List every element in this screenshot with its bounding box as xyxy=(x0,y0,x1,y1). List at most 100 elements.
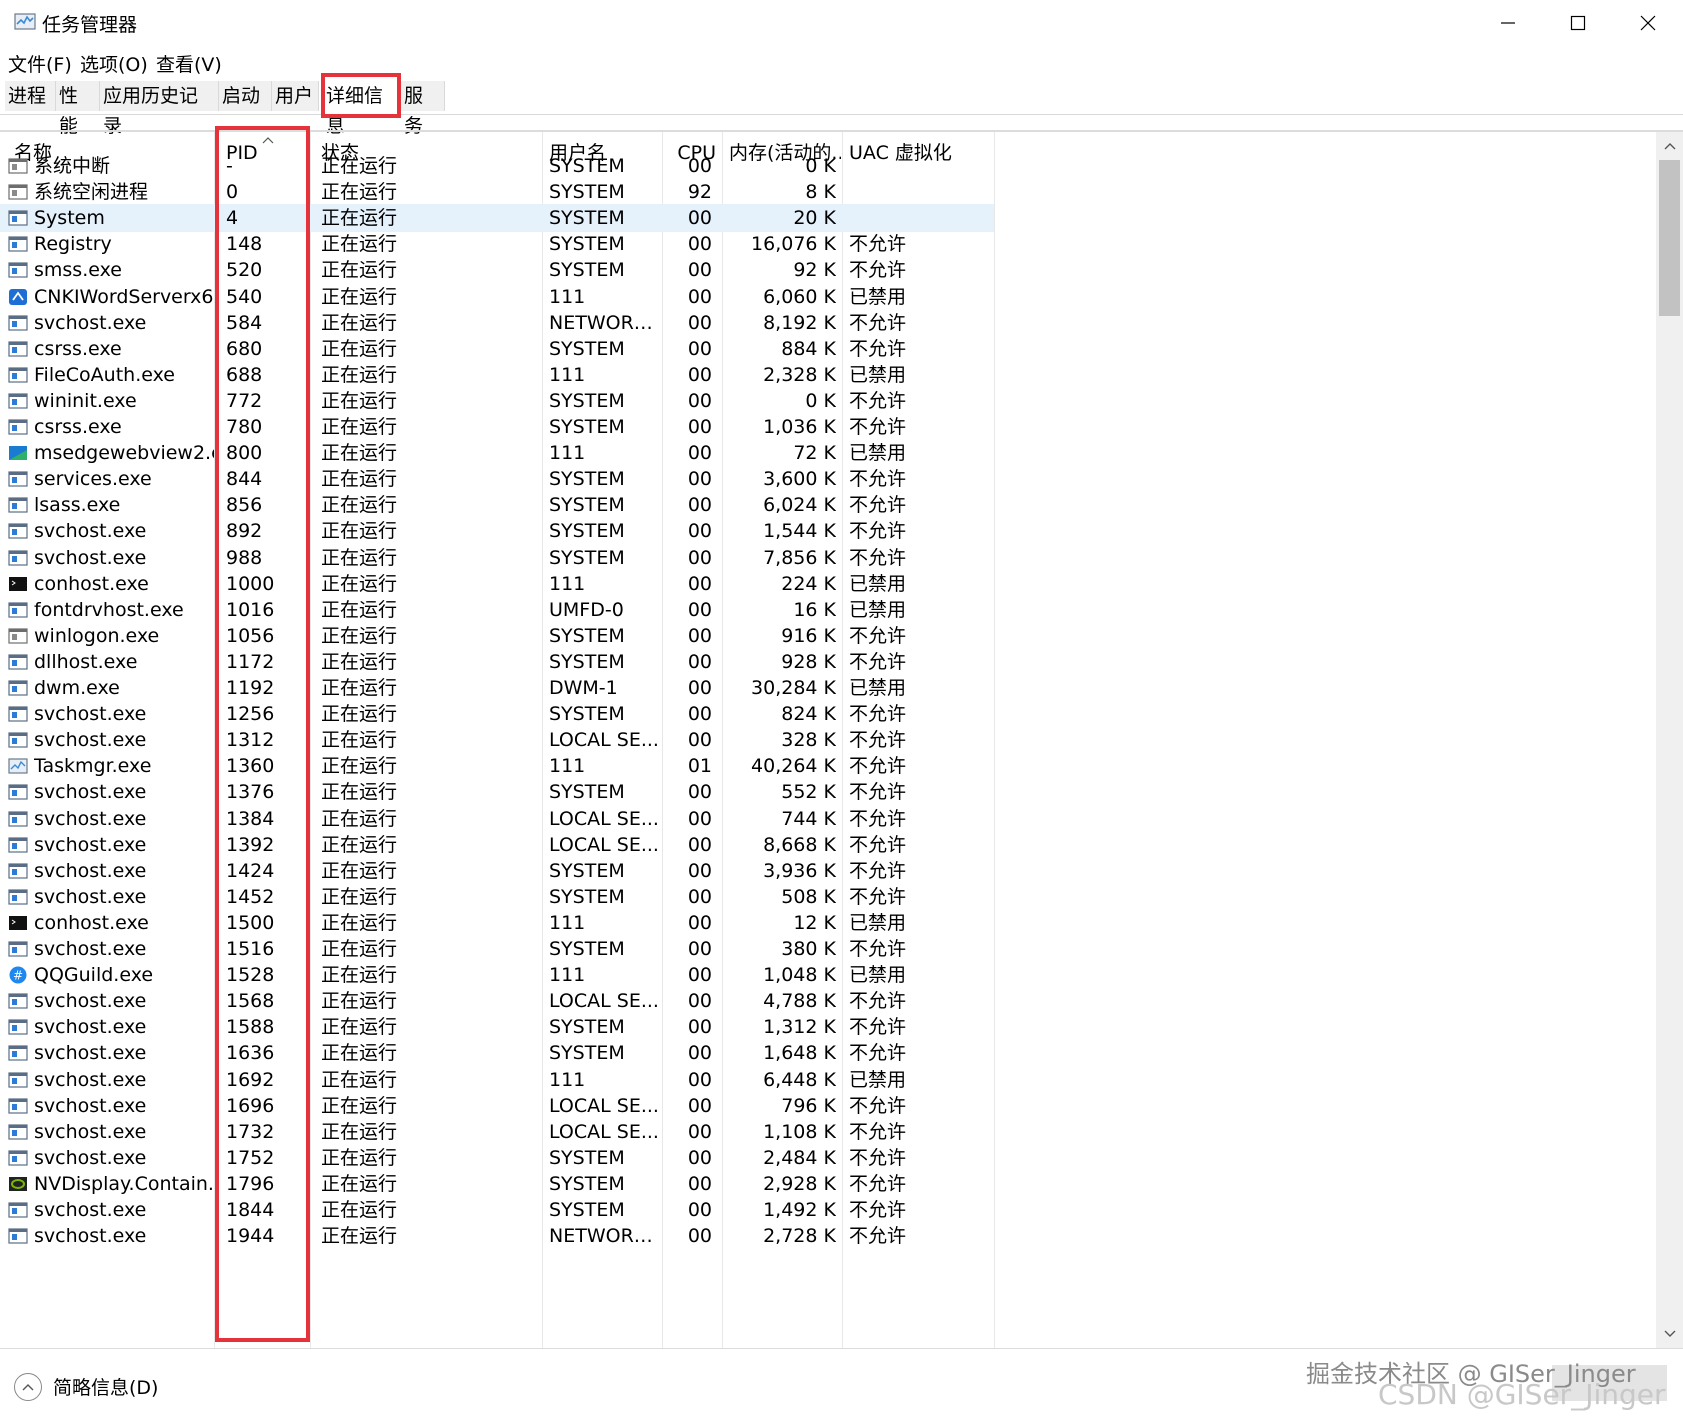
table-row[interactable]: svchost.exe 584 正在运行 NETWORK... 00 8,192 K 不允许 xyxy=(0,309,994,337)
table-row[interactable]: Registry 148 正在运行 SYSTEM 00 16,076 K 不允许 xyxy=(0,230,994,258)
process-uac: 不允许 xyxy=(849,547,907,569)
process-name: FileCoAuth.exe xyxy=(34,364,175,386)
chevron-down-icon xyxy=(1664,1330,1675,1337)
edge-webview-icon xyxy=(9,446,27,460)
tab-app-history[interactable]: 应用历史记录 xyxy=(100,81,219,137)
table-row[interactable]: smss.exe 520 正在运行 SYSTEM 00 92 K 不允许 xyxy=(0,256,994,284)
process-uac: 不允许 xyxy=(849,312,907,334)
process-status: 正在运行 xyxy=(321,1016,398,1038)
window-title: 任务管理器 xyxy=(42,14,138,36)
table-row[interactable]: wininit.exe 772 正在运行 SYSTEM 00 0 K 不允许 xyxy=(0,387,994,415)
fewer-details-button[interactable] xyxy=(14,1373,42,1401)
table-row[interactable]: svchost.exe 1424 正在运行 SYSTEM 00 3,936 K 不允许 xyxy=(0,857,994,885)
table-row[interactable]: svchost.exe 892 正在运行 SYSTEM 00 1,544 K 不允许 xyxy=(0,517,994,545)
process-uac: 不允许 xyxy=(849,1225,907,1247)
system-window-icon xyxy=(8,158,28,174)
table-row[interactable]: svchost.exe 1696 正在运行 LOCAL SE... 00 796 K 不允许 xyxy=(0,1092,994,1120)
table-row[interactable]: 系统空闲进程 0 正在运行 SYSTEM 92 8 K xyxy=(0,178,994,206)
tab-processes[interactable]: 进程 xyxy=(5,81,56,111)
menu-options[interactable]: 选项(O) xyxy=(80,50,148,77)
app-window-icon xyxy=(8,315,28,331)
table-row[interactable]: svchost.exe 1384 正在运行 LOCAL SE... 00 744 K 不允许 xyxy=(0,805,994,833)
table-row[interactable]: svchost.exe 1588 正在运行 SYSTEM 00 1,312 K 不允许 xyxy=(0,1013,994,1041)
table-row[interactable]: csrss.exe 780 正在运行 SYSTEM 00 1,036 K 不允许 xyxy=(0,413,994,441)
table-row[interactable]: csrss.exe 680 正在运行 SYSTEM 00 884 K 不允许 xyxy=(0,335,994,363)
tab-performance[interactable]: 性能 xyxy=(56,81,100,137)
table-row[interactable]: svchost.exe 988 正在运行 SYSTEM 00 7,856 K 不允许 xyxy=(0,544,994,572)
table-row[interactable]: # QQGuild.exe 1528 正在运行 111 00 1,048 K 已禁用 xyxy=(0,961,994,989)
table-row[interactable]: fontdrvhost.exe 1016 正在运行 UMFD-0 00 16 K 已禁用 xyxy=(0,596,994,624)
table-row[interactable]: services.exe 844 正在运行 SYSTEM 00 3,600 K 不允许 xyxy=(0,465,994,493)
process-user: SYSTEM xyxy=(549,207,625,229)
close-button[interactable] xyxy=(1613,0,1683,46)
process-user: 111 xyxy=(549,912,586,934)
process-user: LOCAL SE... xyxy=(549,834,659,856)
table-row[interactable]: dwm.exe 1192 正在运行 DWM-1 00 30,284 K 已禁用 xyxy=(0,674,994,702)
maximize-button[interactable] xyxy=(1543,0,1613,46)
process-status: 正在运行 xyxy=(321,1199,398,1221)
menu-file[interactable]: 文件(F) xyxy=(8,50,72,77)
process-status: 正在运行 xyxy=(321,964,398,986)
table-row[interactable]: svchost.exe 1944 正在运行 NETWORK... 00 2,728 K 不允… xyxy=(0,1222,994,1250)
tab-users[interactable]: 用户 xyxy=(272,81,319,111)
scroll-up-button[interactable] xyxy=(1656,134,1683,158)
table-row[interactable]: svchost.exe 1312 正在运行 LOCAL SE... 00 328 K 不允许 xyxy=(0,726,994,754)
process-user: SYSTEM xyxy=(549,1147,625,1169)
table-row[interactable]: dllhost.exe 1172 正在运行 SYSTEM 00 928 K 不允许 xyxy=(0,648,994,676)
table-row[interactable]: conhost.exe 1500 正在运行 111 00 12 K 已禁用 xyxy=(0,909,994,937)
table-row[interactable]: svchost.exe 1844 正在运行 SYSTEM 00 1,492 K 不允许 xyxy=(0,1196,994,1224)
table-row[interactable]: svchost.exe 1516 正在运行 SYSTEM 00 380 K 不允许 xyxy=(0,935,994,963)
process-cpu: 00 xyxy=(687,1095,712,1117)
process-uac xyxy=(849,178,929,206)
app-window-icon xyxy=(8,811,28,827)
scrollbar-thumb[interactable] xyxy=(1659,160,1680,316)
app-window-icon xyxy=(8,341,28,357)
process-user: SYSTEM xyxy=(549,390,625,412)
process-cpu: 00 xyxy=(687,990,712,1012)
menu-view[interactable]: 查看(V) xyxy=(156,50,222,77)
tab-services[interactable]: 服务 xyxy=(401,81,445,137)
fewer-details-link[interactable]: 简略信息(D) xyxy=(53,1373,158,1400)
tab-startup[interactable]: 启动 xyxy=(219,81,272,111)
table-row[interactable]: svchost.exe 1636 正在运行 SYSTEM 00 1,648 K 不允许 xyxy=(0,1039,994,1067)
process-uac: 已禁用 xyxy=(849,286,907,308)
table-row[interactable]: svchost.exe 1392 正在运行 LOCAL SE... 00 8,668 K不… xyxy=(0,831,994,859)
process-user: SYSTEM xyxy=(549,547,625,569)
process-memory: 508 K xyxy=(781,886,836,908)
process-memory: 328 K xyxy=(781,729,836,751)
watermark-csdn: CSDN @GISer_Jinger xyxy=(1378,1378,1666,1411)
table-row[interactable]: NVDisplay.Contain... 1796 正在运行 SYSTEM 00 2,92… xyxy=(0,1170,994,1198)
scroll-down-button[interactable] xyxy=(1656,1322,1683,1346)
table-row[interactable]: svchost.exe 1568 正在运行 LOCAL SE... 00 4,788 K不… xyxy=(0,987,994,1015)
chevron-up-icon xyxy=(1664,143,1675,150)
process-name: svchost.exe xyxy=(34,860,147,882)
app-window-icon xyxy=(8,367,28,383)
process-uac: 不允许 xyxy=(849,468,907,490)
table-row[interactable]: lsass.exe 856 正在运行 SYSTEM 00 6,024 K 不允许 xyxy=(0,491,994,519)
process-cpu: 00 xyxy=(687,912,712,934)
table-row[interactable]: svchost.exe 1256 正在运行 SYSTEM 00 824 K 不允许 xyxy=(0,700,994,728)
table-row[interactable]: svchost.exe 1752 正在运行 SYSTEM 00 2,484 K 不允许 xyxy=(0,1144,994,1172)
table-row[interactable]: msedgewebview2.e...800正在运行1110072 K已禁用 xyxy=(0,439,994,467)
process-user: SYSTEM xyxy=(549,651,625,673)
table-row[interactable]: svchost.exe 1732 正在运行 LOCAL SE... 00 1,108 K不… xyxy=(0,1118,994,1146)
process-memory: 1,108 K xyxy=(763,1121,836,1143)
table-row[interactable]: svchost.exe 1376 正在运行 SYSTEM 00 552 K 不允许 xyxy=(0,778,994,806)
table-row[interactable]: 系统中断 - 正在运行 SYSTEM 00 0 K xyxy=(0,152,994,180)
table-row[interactable]: svchost.exe 1692 正在运行 111 00 6,448 K 已禁用 xyxy=(0,1066,994,1094)
table-row[interactable]: System 4 正在运行 SYSTEM 00 20 K xyxy=(0,204,994,232)
table-row[interactable]: conhost.exe 1000 正在运行 111 00 224 K 已禁用 xyxy=(0,570,994,598)
table-row[interactable]: Taskmgr.exe 1360 正在运行 111 01 40,264 K 不允许 xyxy=(0,752,994,780)
process-cpu: 00 xyxy=(687,494,712,516)
minimize-button[interactable] xyxy=(1473,0,1543,46)
process-uac: 不允许 xyxy=(849,338,907,360)
process-status: 正在运行 xyxy=(321,416,398,438)
app-window-icon xyxy=(8,1045,28,1061)
process-cpu: 00 xyxy=(687,573,712,595)
process-status: 正在运行 xyxy=(321,677,398,699)
table-row[interactable]: FileCoAuth.exe 688 正在运行 111 00 2,328 K 已禁用 xyxy=(0,361,994,389)
table-row[interactable]: winlogon.exe 1056 正在运行 SYSTEM 00 916 K 不允许 xyxy=(0,622,994,650)
table-row[interactable]: CNKIWordServerx6... 540 正在运行 111 00 6,060 K 已禁… xyxy=(0,283,994,311)
table-row[interactable]: svchost.exe 1452 正在运行 SYSTEM 00 508 K 不允许 xyxy=(0,883,994,911)
process-uac: 不允许 xyxy=(849,886,907,908)
